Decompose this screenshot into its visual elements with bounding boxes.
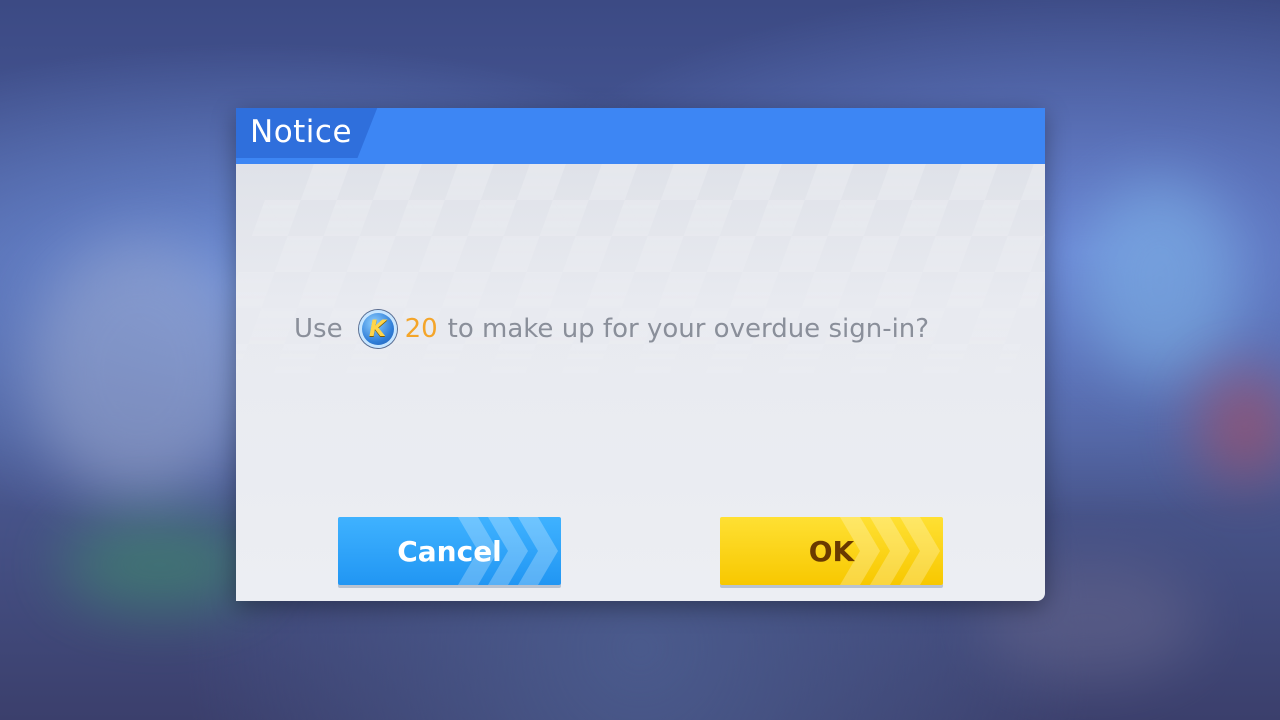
checkered-pattern (236, 164, 1045, 394)
background-blur (1200, 370, 1280, 480)
dialog-title: Notice (250, 114, 353, 150)
cancel-button-label: Cancel (397, 534, 502, 568)
message-prefix: Use (294, 314, 343, 344)
k-coin-icon: K (358, 310, 397, 348)
cancel-button[interactable]: Cancel (338, 517, 561, 585)
dialog-header: Notice (236, 108, 1045, 164)
ok-button-label: OK (808, 534, 855, 568)
notice-dialog: Notice Use K 20 to make up for your over… (236, 108, 1045, 601)
background-blur (30, 240, 250, 500)
coin-letter: K (369, 316, 387, 342)
background-blur (60, 520, 260, 610)
dialog-message: Use K 20 to make up for your overdue sig… (294, 310, 994, 348)
coin-amount: 20 (404, 314, 438, 344)
message-suffix: to make up for your overdue sign-in? (447, 314, 930, 344)
background-blur (1080, 180, 1240, 380)
ok-button[interactable]: OK (720, 517, 943, 585)
